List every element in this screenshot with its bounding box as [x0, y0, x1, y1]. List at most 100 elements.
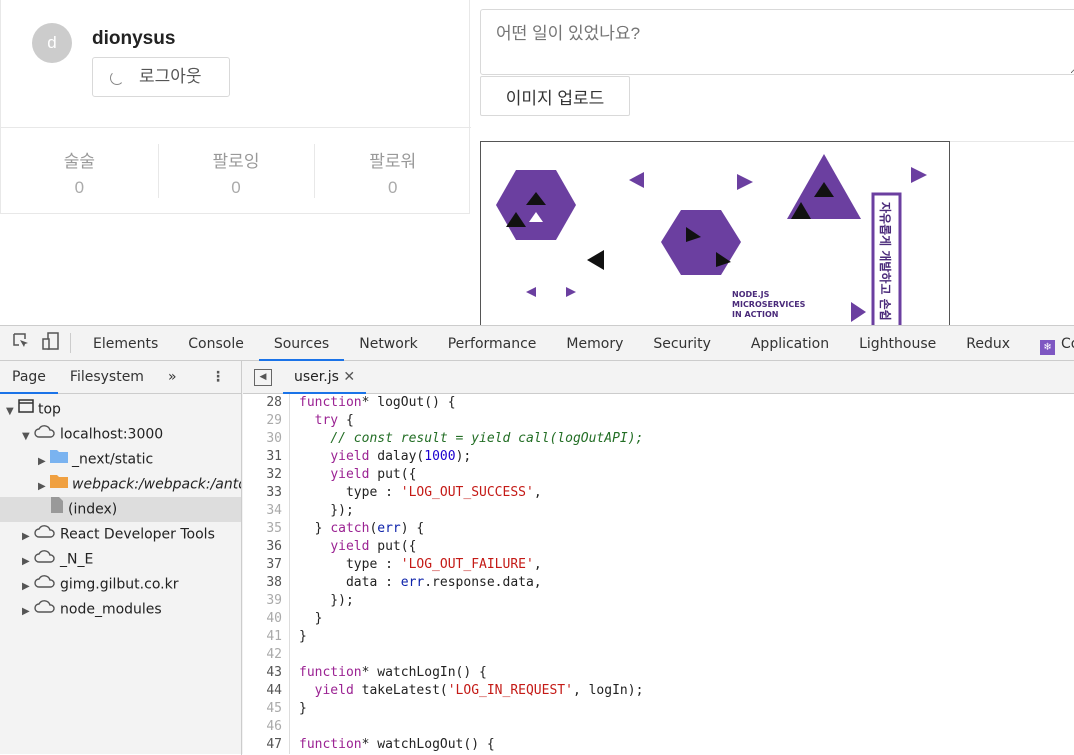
expand-arrow-right-icon[interactable]: ▶: [22, 549, 34, 573]
post-input[interactable]: [480, 9, 1074, 75]
tree-item[interactable]: ▼ localhost:3000: [0, 422, 241, 447]
image-upload-button[interactable]: 이미지 업로드: [480, 76, 630, 116]
toggle-navigator-icon[interactable]: ◀: [254, 368, 272, 386]
tree-item[interactable]: ▶ gimg.gilbut.co.kr: [0, 572, 241, 597]
line-number[interactable]: 37: [243, 556, 290, 574]
line-number[interactable]: 42: [243, 646, 290, 664]
code-token: yield: [330, 539, 370, 554]
expand-arrow-right-icon[interactable]: ▶: [22, 574, 34, 598]
code-text: data : err.response.data,: [290, 574, 542, 592]
code-line: 31 yield dalay(1000);: [243, 448, 1074, 466]
expand-arrow-right-icon[interactable]: ▶: [38, 474, 50, 498]
tab-sources[interactable]: Sources: [258, 326, 345, 361]
tab-network[interactable]: Network: [344, 326, 432, 361]
tree-item[interactable]: ▶ webpack:/webpack:/antd/: [0, 472, 241, 497]
code-token: });: [299, 593, 354, 608]
tab-redux[interactable]: Redux: [951, 326, 1025, 361]
devtools-panel: Elements Console Sources Network Performance…: [0, 325, 1074, 755]
expand-arrow-right-icon[interactable]: ▶: [38, 449, 50, 473]
code-line: 45}: [243, 700, 1074, 718]
tab-application[interactable]: Application: [736, 326, 844, 361]
tree-item-label: gimg.gilbut.co.kr: [60, 576, 179, 593]
code-line: 38 data : err.response.data,: [243, 574, 1074, 592]
expand-arrow-down-icon[interactable]: ▼: [22, 424, 34, 448]
more-tabs-icon[interactable]: »: [156, 361, 189, 394]
tab-comp[interactable]: ❄ Comp: [1025, 326, 1074, 361]
line-number[interactable]: 36: [243, 538, 290, 556]
line-number[interactable]: 43: [243, 664, 290, 682]
line-number[interactable]: 31: [243, 448, 290, 466]
line-number[interactable]: 33: [243, 484, 290, 502]
inspect-element-icon[interactable]: [12, 332, 30, 354]
user-profile-card: d dionysus 로그아웃 술술 0 팔로잉 0 팔로워 0: [0, 0, 471, 214]
line-number[interactable]: 35: [243, 520, 290, 538]
expand-arrow-down-icon[interactable]: ▼: [6, 399, 18, 423]
line-number[interactable]: 34: [243, 502, 290, 520]
tree-item[interactable]: ▶ _next/static: [0, 447, 241, 472]
code-line: 47 function* watchLogOut() {: [243, 736, 1074, 754]
line-number[interactable]: 29: [243, 412, 290, 430]
code-editor[interactable]: 28 function* logOut() {29 try {30 // cons…: [243, 394, 1074, 754]
tab-lighthouse[interactable]: Lighthouse: [844, 326, 951, 361]
tab-memory[interactable]: Memory: [551, 326, 638, 361]
navigator-tabs: Page Filesystem » ⋮: [0, 361, 241, 394]
line-number[interactable]: 44: [243, 682, 290, 700]
line-number[interactable]: 40: [243, 610, 290, 628]
line-number[interactable]: 39: [243, 592, 290, 610]
code-text: type : 'LOG_OUT_FAILURE',: [290, 556, 542, 574]
code-text: yield dalay(1000);: [290, 448, 471, 466]
tab-page[interactable]: Page: [0, 361, 58, 394]
code-text: });: [290, 502, 354, 520]
line-number[interactable]: 32: [243, 466, 290, 484]
tab-console[interactable]: Console: [173, 326, 259, 361]
code-token: put({: [369, 539, 417, 554]
tab-security[interactable]: Security: [638, 326, 726, 361]
avatar: d: [32, 23, 72, 63]
devtools-tab-bar: Elements Console Sources Network Performance…: [0, 326, 1074, 361]
tab-performance[interactable]: Performance: [433, 326, 552, 361]
code-token: yield: [314, 683, 354, 698]
stat-value: 0: [387, 178, 398, 197]
tree-item[interactable]: ▶ node_modules: [0, 597, 241, 622]
tree-item[interactable]: ▶ React Developer Tools: [0, 522, 241, 547]
line-number[interactable]: 45: [243, 700, 290, 718]
book-cover-image: NODE.JS MICROSERVICES IN ACTION 자유롭게 개발하고 …: [480, 141, 950, 331]
line-number[interactable]: 28: [243, 394, 290, 412]
code-token: function: [299, 665, 362, 680]
line-number[interactable]: 30: [243, 430, 290, 448]
tree-item[interactable]: ▶ _N_E: [0, 547, 241, 572]
code-token: function: [299, 737, 362, 752]
more-options-icon[interactable]: ⋮: [211, 369, 225, 385]
line-number[interactable]: 46: [243, 718, 290, 736]
code-line: 29 try {: [243, 412, 1074, 430]
code-token: {: [338, 413, 354, 428]
close-tab-icon[interactable]: ✕: [343, 369, 355, 385]
code-line: 32 yield put({: [243, 466, 1074, 484]
line-number[interactable]: 38: [243, 574, 290, 592]
line-number[interactable]: 41: [243, 628, 290, 646]
code-token: .response.data,: [424, 575, 542, 590]
tab-elements[interactable]: Elements: [78, 326, 173, 361]
logout-button[interactable]: 로그아웃: [92, 57, 230, 97]
code-token: }: [299, 611, 323, 626]
code-line: 33 type : 'LOG_OUT_SUCCESS',: [243, 484, 1074, 502]
tree-item[interactable]: (index): [0, 497, 241, 522]
sources-navigator: Page Filesystem » ⋮ ▼ top ▼ localhost:3000 ▶…: [0, 361, 242, 755]
expand-arrow-right-icon[interactable]: ▶: [22, 599, 34, 623]
cover-korean-text: 자유롭게 개발하고 손쉽: [878, 202, 893, 321]
tree-item[interactable]: ▼ top: [0, 397, 241, 422]
editor-tab-user-js[interactable]: user.js ✕: [283, 361, 367, 394]
tab-label: Lighthouse: [859, 335, 937, 352]
devtools-tabs: Elements Console Sources Network Performance…: [78, 326, 1074, 361]
expand-arrow-right-icon[interactable]: ▶: [22, 524, 34, 548]
code-line: 36 yield put({: [243, 538, 1074, 556]
tab-filesystem[interactable]: Filesystem: [58, 361, 156, 394]
device-toolbar-icon[interactable]: [42, 332, 60, 354]
code-text: yield put({: [290, 466, 416, 484]
line-number[interactable]: 47: [243, 736, 290, 754]
code-line: 41}: [243, 628, 1074, 646]
